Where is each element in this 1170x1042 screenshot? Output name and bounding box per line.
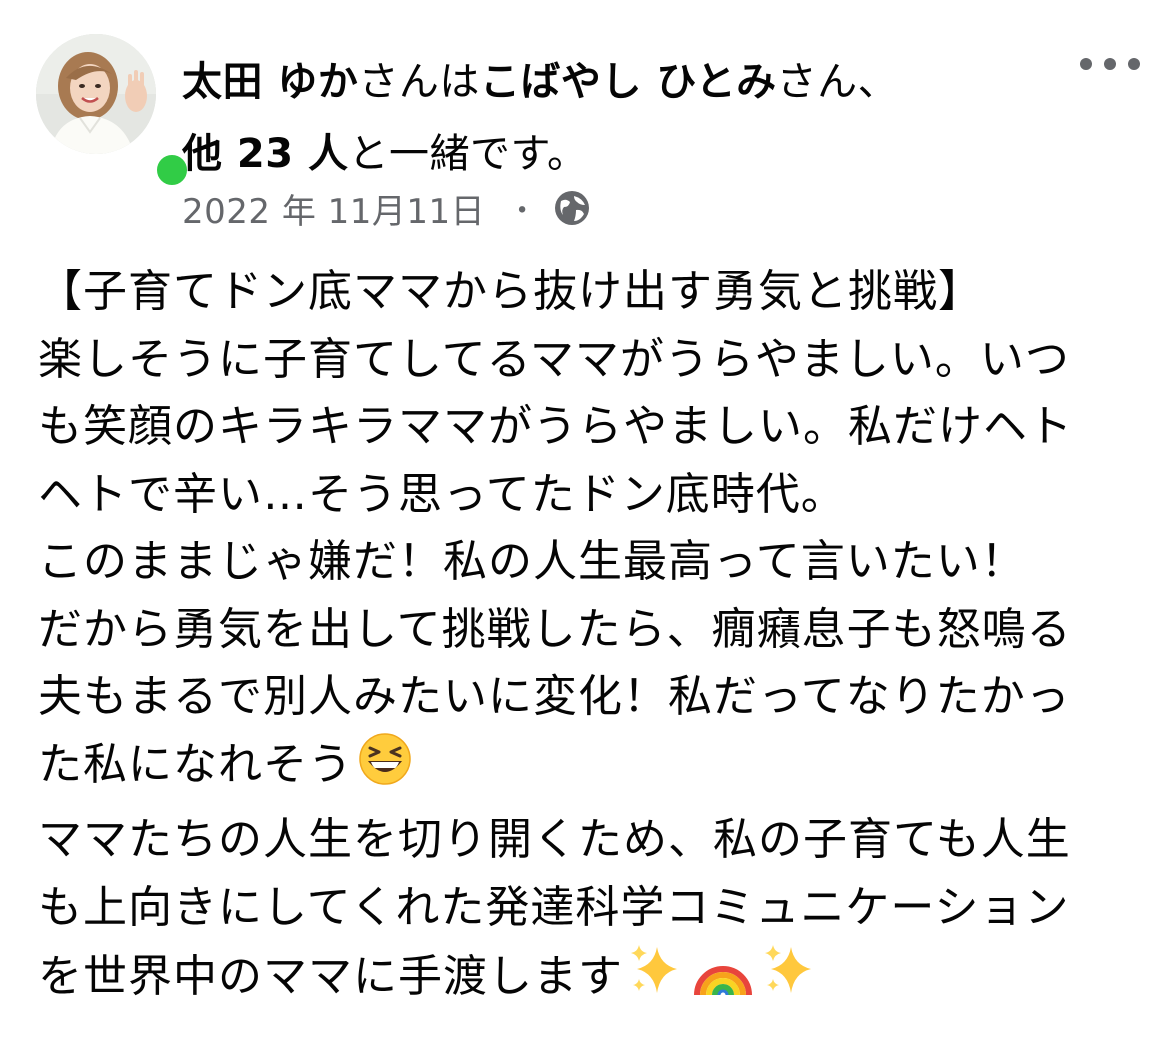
body-line-text: た私になれそう [38,738,353,790]
sparkles-icon [627,941,685,1019]
body-line: ヘトで辛い…そう思ってたドン底時代。 [38,468,846,520]
more-dot-2 [1104,58,1116,70]
body-line-text: を世界中のママに手渡します [38,951,623,1002]
author-name[interactable]: 太田 ゆか [182,59,358,105]
tagged-others-link[interactable]: 他 23 人 [182,131,349,177]
body-line-with-emoji: た私になれそう [38,731,1148,807]
laughing-face-icon [357,731,413,807]
facebook-post: 太田 ゆかさんはこばやし ひとみさん、 他 23 人と一緒です。 2022 年 … [0,0,1170,1042]
header-text-san-comma: さん、 [776,59,899,105]
post-meta: 2022 年 11月11日 ・ [182,184,592,232]
rainbow-icon [693,941,753,1019]
post-date[interactable]: 2022 年 11月11日 [182,184,485,233]
body-line: ママたちの人生を切り開くため、私の子育ても人生 [38,814,1071,865]
body-line: このままじゃ嫌だ！私の人生最高って言いたい！ [38,536,1026,587]
sparkles-icon [761,941,819,1019]
globe-icon[interactable] [552,188,592,228]
body-line: も上向きにしてくれた発達科学コミュニケーション [38,881,1070,933]
body-line: も笑顔のキラキラママがうらやましい。私だけヘト [38,401,1073,452]
post-body: 【子育てドン底ママから抜け出す勇気と挑戦】 楽しそうに子育てしてるママがうらやま… [38,258,1148,1019]
meta-separator: ・ [507,194,538,229]
body-line: 楽しそうに子育てしてるママがうらやましい。いつ [38,333,1070,385]
more-dot-3 [1128,58,1140,70]
avatar-photo [36,34,156,154]
more-dot-1 [1080,58,1092,70]
more-options-icon[interactable] [1080,46,1140,82]
author-avatar[interactable] [36,34,192,190]
tagged-person-name[interactable]: こばやし ひとみ [480,59,777,105]
body-line: 【子育てドン底ママから抜け出す勇気と挑戦】 [38,266,983,317]
header-text-together: と一緒です。 [348,131,588,177]
body-line-with-emoji: を世界中のママに手渡します [38,941,1148,1019]
post-header: 太田 ゆかさんはこばやし ひとみさん、 他 23 人と一緒です。 [182,46,1052,190]
body-line: だから勇気を出して挑戦したら、癇癪息子も怒鳴る [38,603,1072,655]
header-text-san-wa: さんは [358,59,480,105]
body-line: 夫もまるで別人みたいに変化！私だってなりたかっ [38,671,1071,722]
